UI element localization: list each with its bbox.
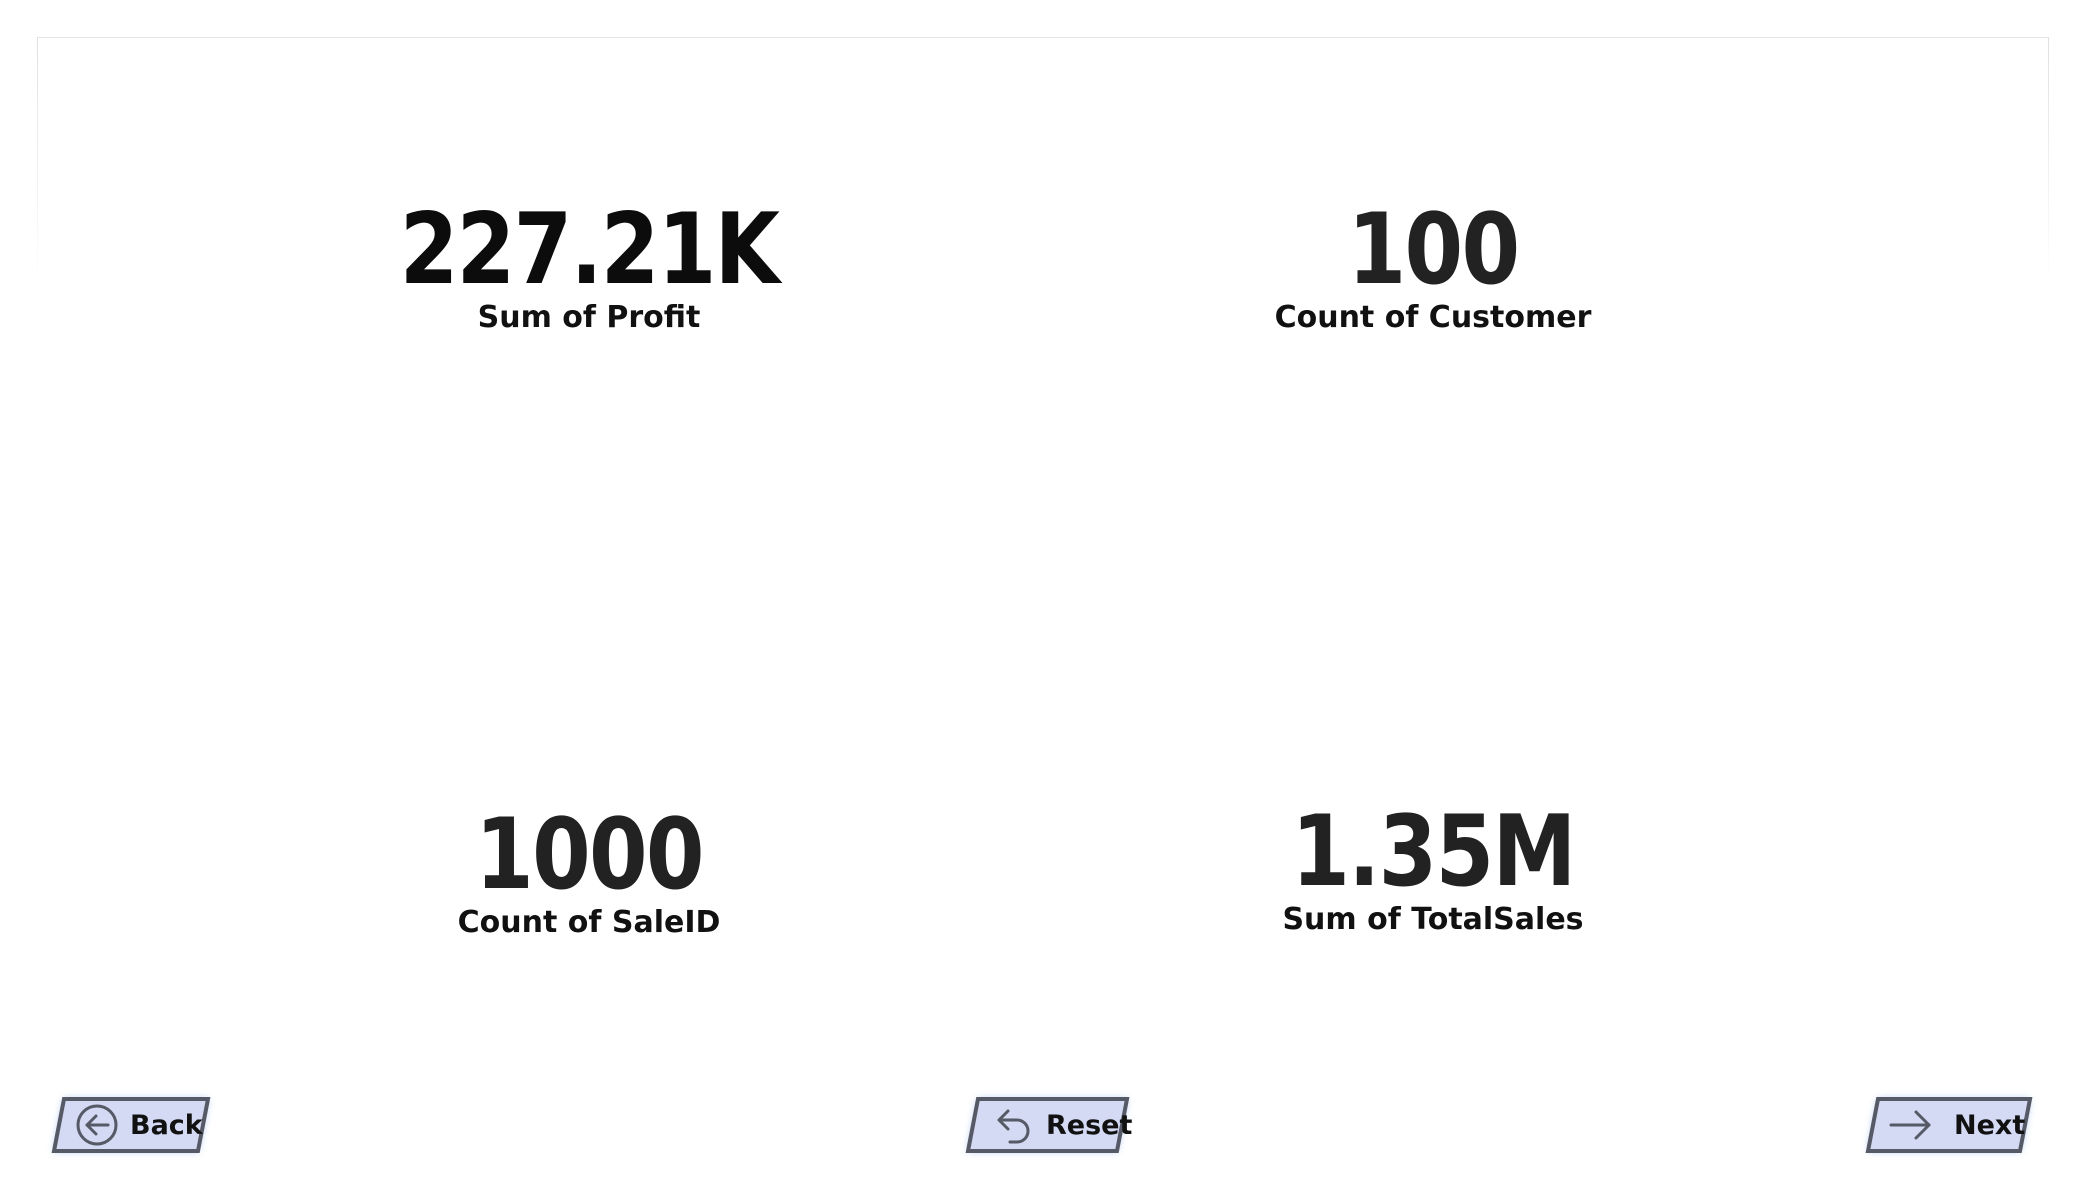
undo-arrow-icon xyxy=(997,1109,1030,1144)
back-button-label: Back xyxy=(130,1109,203,1141)
kpi-value: 227.21K xyxy=(399,193,780,307)
kpi-card-count-of-saleid[interactable]: 1000 Count of SaleID xyxy=(239,805,939,943)
frame-right-border xyxy=(2048,37,2049,287)
frame-top-border xyxy=(37,37,2049,38)
kpi-card-sum-of-profit[interactable]: 227.21K Sum of Profit xyxy=(239,200,939,338)
kpi-value: 1000 xyxy=(475,798,704,912)
kpi-card-sum-of-totalsales[interactable]: 1.35M Sum of TotalSales xyxy=(1083,802,1783,940)
kpi-value: 100 xyxy=(1347,193,1520,307)
next-button-label: Next xyxy=(1954,1109,2026,1141)
arrow-left-circle-icon xyxy=(76,1104,118,1146)
kpi-card-count-of-customer[interactable]: 100 Count of Customer xyxy=(1083,200,1783,338)
frame-left-border xyxy=(37,37,38,287)
back-button[interactable]: Back xyxy=(51,1097,212,1153)
report-canvas: 227.21K Sum of Profit 100 Count of Custo… xyxy=(0,0,2075,1200)
arrow-right-icon xyxy=(1889,1110,1931,1140)
kpi-value: 1.35M xyxy=(1291,795,1576,909)
next-button[interactable]: Next xyxy=(1865,1097,2034,1153)
reset-button-label: Reset xyxy=(1046,1109,1133,1141)
reset-button[interactable]: Reset xyxy=(965,1097,1133,1153)
